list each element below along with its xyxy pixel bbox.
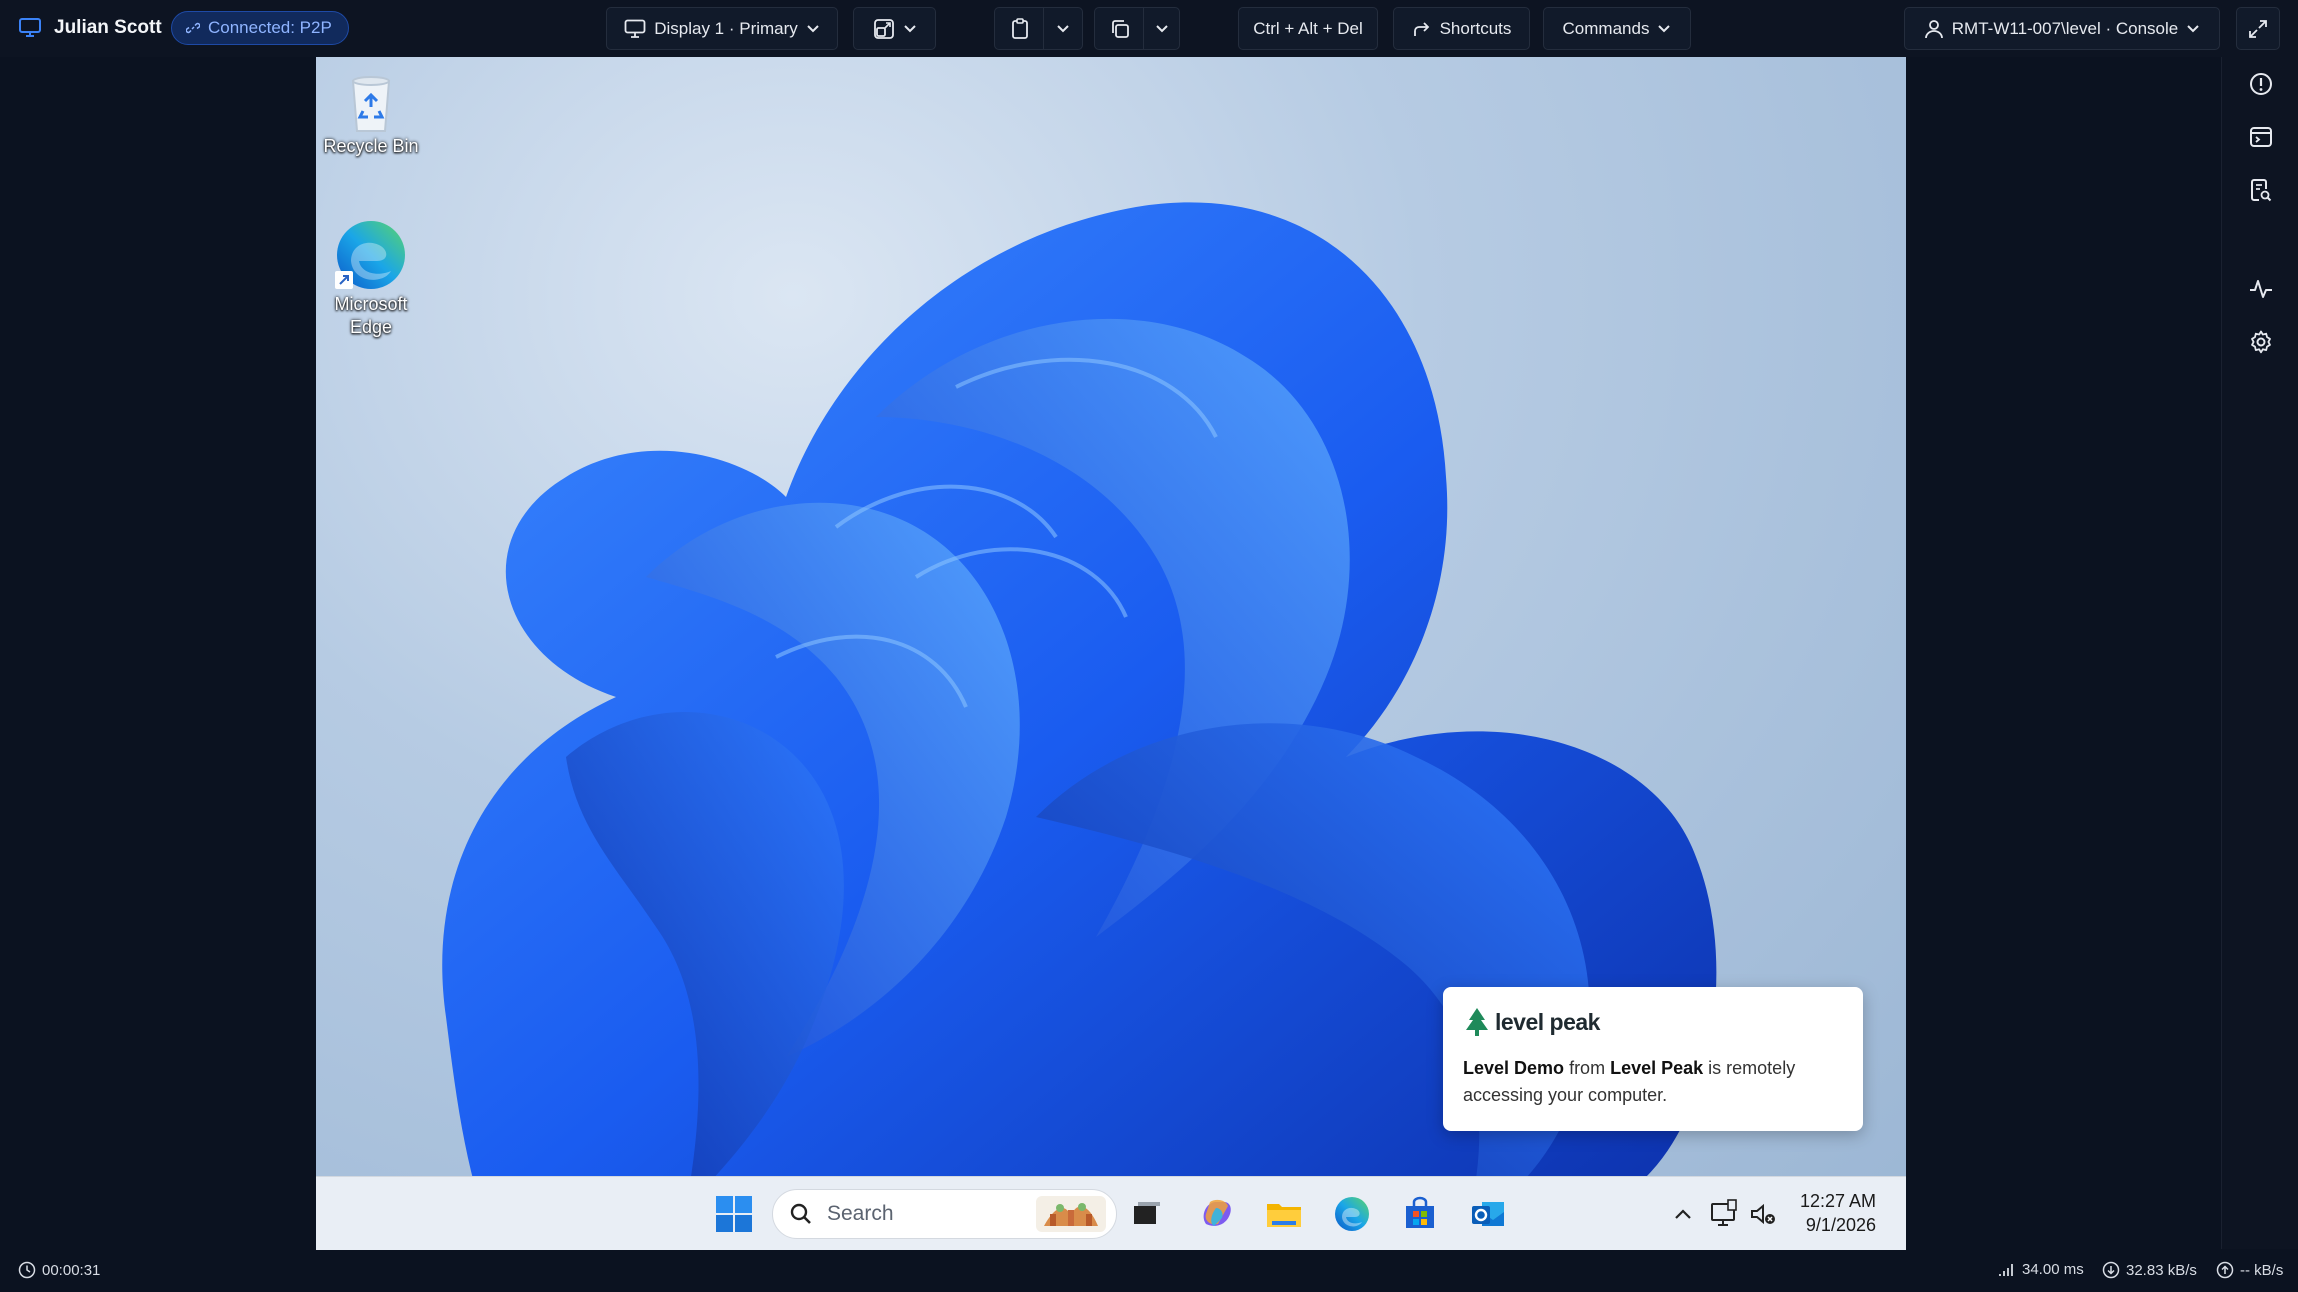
notification-message: Level Demo from Level Peak is remotely a…	[1463, 1055, 1843, 1109]
chevron-down-icon	[1155, 24, 1169, 34]
latency-indicator: 34.00 ms	[1998, 1261, 2084, 1278]
network-display-icon[interactable]	[1708, 1194, 1742, 1234]
clock-date: 9/1/2026	[1805, 1215, 1876, 1235]
notification-rest-2: accessing your computer.	[1463, 1085, 1668, 1105]
chevron-down-icon	[1056, 24, 1070, 34]
copy-icon	[1109, 18, 1131, 40]
clipboard-icon	[1010, 17, 1030, 40]
desktop-icon-recycle-bin[interactable]: Recycle Bin	[316, 71, 426, 158]
remote-access-notification: level peak Level Demo from Level Peak is…	[1443, 987, 1863, 1131]
commands-button[interactable]: Commands	[1543, 7, 1691, 50]
recycle-bin-label: Recycle Bin	[323, 136, 419, 156]
host-select-button[interactable]: RMT-W11-007\level · Console	[1904, 7, 2220, 50]
notification-rest-1: is remotely	[1708, 1058, 1796, 1078]
terminal-icon[interactable]	[2248, 124, 2274, 150]
remote-desktop-view[interactable]: Recycle Bin Microsoft Edge level peak Le…	[316, 57, 1906, 1250]
chevron-down-icon	[903, 24, 917, 34]
search-icon	[789, 1202, 813, 1226]
file-search-icon[interactable]	[2248, 177, 2274, 203]
recycle-bin-icon	[339, 71, 403, 135]
copy-menu-button[interactable]	[1143, 7, 1180, 50]
commands-label: Commands	[1562, 18, 1650, 38]
search-highlight-icon	[1036, 1196, 1106, 1232]
notification-brand-name: level peak	[1495, 1008, 1600, 1035]
volume-muted-icon[interactable]	[1748, 1194, 1780, 1234]
monitor-icon	[624, 19, 646, 39]
chevron-down-icon	[2186, 24, 2200, 34]
clock-time: 12:27 AM	[1799, 1191, 1876, 1211]
elapsed-time-value: 00:00:31	[42, 1261, 101, 1279]
shortcuts-label: Shortcuts	[1439, 18, 1512, 38]
gear-icon[interactable]	[2248, 329, 2274, 355]
notification-org: Level Peak	[1610, 1058, 1704, 1078]
edge-icon	[333, 217, 409, 293]
clipboard-button[interactable]	[994, 7, 1044, 50]
fullscreen-button[interactable]	[2236, 7, 2280, 50]
session-toolbar: Julian Scott Connected: P2P Display 1 · …	[0, 0, 2298, 57]
user-icon	[1924, 19, 1944, 39]
share-arrow-icon	[1412, 20, 1432, 38]
outlook-icon[interactable]	[1468, 1194, 1508, 1234]
right-tool-rail	[2221, 57, 2298, 1249]
clock-icon	[18, 1261, 36, 1279]
clipboard-menu-button[interactable]	[1043, 7, 1083, 50]
session-user: Julian Scott	[18, 10, 162, 46]
copilot-icon[interactable]	[1196, 1194, 1236, 1234]
microsoft-store-icon[interactable]	[1400, 1194, 1440, 1234]
microsoft-edge-label-line1: Microsoft	[334, 294, 408, 314]
search-placeholder: Search	[827, 1202, 894, 1225]
windows-taskbar: Search 12:27 AM 9/1/2026	[316, 1176, 1906, 1250]
notification-who: Level Demo	[1463, 1058, 1565, 1078]
user-name: Julian Scott	[54, 17, 162, 38]
shortcuts-button[interactable]: Shortcuts	[1393, 7, 1530, 50]
upload-arrow-icon	[2216, 1261, 2234, 1279]
taskbar-search-box[interactable]: Search	[772, 1189, 1117, 1239]
host-label: RMT-W11-007\level · Console	[1951, 18, 2179, 38]
activity-icon[interactable]	[2248, 276, 2274, 302]
download-rate: 32.83 kB/s	[2102, 1261, 2197, 1279]
signal-bars-icon	[1998, 1262, 2016, 1278]
info-icon[interactable]	[2248, 71, 2274, 97]
task-view-icon[interactable]	[1126, 1194, 1166, 1234]
connection-badge: Connected: P2P	[171, 11, 349, 45]
session-status-bar: 00:00:31 34.00 ms 32.83 kB/s -- kB/s	[0, 1250, 2298, 1292]
elapsed-timer: 00:00:31	[18, 1261, 100, 1279]
upload-rate-value: -- kB/s	[2240, 1261, 2284, 1279]
microsoft-edge-label-line2: Edge	[349, 317, 393, 337]
windows-start-icon[interactable]	[714, 1194, 754, 1234]
desktop-icon-microsoft-edge[interactable]: Microsoft Edge	[316, 217, 426, 339]
latency-value: 34.00 ms	[2022, 1261, 2084, 1278]
expand-icon	[2248, 19, 2268, 39]
chevron-down-icon	[1657, 24, 1671, 34]
notification-brand: level peak	[1463, 1007, 1843, 1037]
ctrl-alt-del-label: Ctrl + Alt + Del	[1253, 18, 1363, 38]
scale-mode-button[interactable]	[853, 7, 936, 50]
display-select-button[interactable]: Display 1 · Primary	[606, 7, 838, 50]
edge-taskbar-icon[interactable]	[1332, 1194, 1372, 1234]
notification-from: from	[1569, 1058, 1606, 1078]
pine-tree-icon	[1463, 1007, 1491, 1037]
download-arrow-icon	[2102, 1261, 2120, 1279]
display-select-label: Display 1 · Primary	[654, 18, 798, 38]
monitor-icon	[18, 17, 42, 39]
chevron-down-icon	[806, 24, 820, 34]
upload-rate: -- kB/s	[2216, 1261, 2283, 1279]
download-rate-value: 32.83 kB/s	[2126, 1261, 2197, 1279]
taskbar-clock[interactable]: 12:27 AM 9/1/2026	[1800, 1189, 1876, 1237]
file-explorer-icon[interactable]	[1264, 1194, 1304, 1234]
connection-badge-label: Connected: P2P	[208, 18, 332, 37]
ctrl-alt-del-button[interactable]: Ctrl + Alt + Del	[1238, 7, 1378, 50]
scale-icon	[873, 18, 895, 40]
link-icon	[186, 21, 200, 35]
copy-button[interactable]	[1094, 7, 1144, 50]
chevron-up-icon[interactable]	[1668, 1194, 1698, 1234]
